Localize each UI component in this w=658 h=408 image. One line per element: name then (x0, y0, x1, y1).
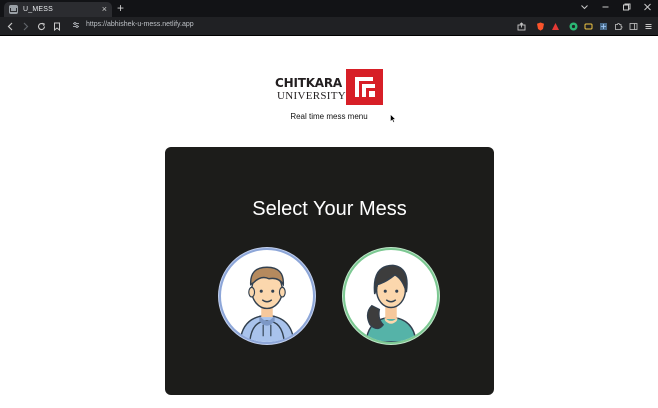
sidebar-toggle-icon[interactable] (629, 22, 638, 31)
site-settings-icon[interactable] (72, 21, 80, 29)
logo-mark-icon (346, 69, 383, 105)
browser-tab[interactable]: U_MESS × (4, 2, 112, 17)
boys-mess-button[interactable] (219, 248, 315, 344)
logo-text-line1: CHITKARA (275, 76, 343, 90)
extension-green-icon[interactable] (569, 22, 578, 31)
tab-search-chevron-icon[interactable] (580, 3, 589, 11)
share-icon[interactable] (517, 22, 526, 31)
restore-icon[interactable] (622, 3, 631, 11)
girl-avatar-icon (365, 264, 417, 342)
tab-strip: U_MESS × + (0, 0, 658, 17)
boy-avatar-icon (239, 266, 295, 342)
browser-toolbar: https://abhishek-u-mess.netlify.app (0, 17, 658, 36)
girls-mess-button[interactable] (343, 248, 439, 344)
page-content: CHITKARA UNIVERSITY Real time mess menu … (0, 37, 658, 408)
forward-icon[interactable] (21, 22, 30, 31)
card-title: Select Your Mess (252, 198, 407, 220)
tab-title: U_MESS (23, 6, 53, 13)
reload-icon[interactable] (37, 22, 46, 31)
bookmark-icon[interactable] (53, 22, 61, 31)
menu-icon[interactable] (644, 22, 653, 31)
mess-selection-card: Select Your Mess (165, 147, 494, 395)
tab-favicon-icon (9, 5, 18, 14)
address-bar-url[interactable]: https://abhishek-u-mess.netlify.app (86, 21, 194, 28)
close-window-icon[interactable] (643, 3, 652, 11)
minimize-icon[interactable] (601, 3, 610, 11)
new-tab-button[interactable]: + (117, 1, 124, 15)
extension-yellow-icon[interactable] (584, 22, 593, 31)
mouse-cursor-icon (390, 114, 396, 123)
back-icon[interactable] (6, 22, 15, 31)
extensions-puzzle-icon[interactable] (614, 22, 623, 31)
brave-rewards-icon[interactable] (551, 22, 560, 31)
page-subtitle: Real time mess menu (290, 112, 368, 121)
browser-chrome: U_MESS × + https://abhishek-u-mess.netli… (0, 0, 658, 36)
extension-grid-icon[interactable] (599, 22, 608, 31)
brave-shield-icon[interactable] (536, 22, 545, 31)
university-logo: CHITKARA UNIVERSITY (274, 69, 384, 105)
logo-text-line2: UNIVERSITY (277, 90, 346, 102)
tab-close-icon[interactable]: × (102, 3, 107, 15)
